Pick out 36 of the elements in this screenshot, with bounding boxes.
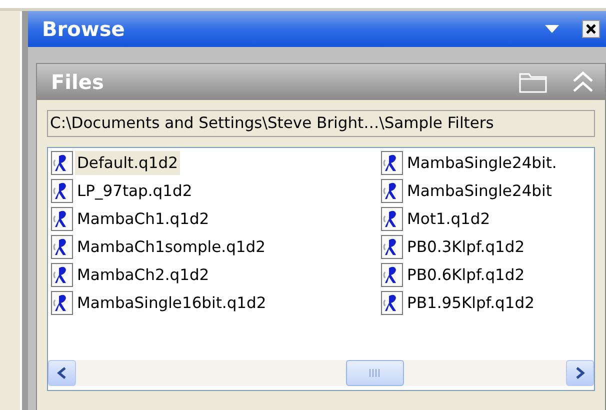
file-name[interactable]: MambaCh1.q1d2 [75,207,212,231]
file-icon [381,235,403,259]
panel-title: Browse [42,17,126,41]
section-title: Files [51,70,105,94]
file-name[interactable]: PB0.6Klpf.q1d2 [405,263,527,287]
file-icon [381,207,403,231]
file-name[interactable]: MambaCh1somple.q1d2 [75,235,268,259]
horizontal-scrollbar[interactable] [48,360,594,386]
file-name[interactable]: MambaCh2.q1d2 [75,263,212,287]
dropdown-icon[interactable] [544,24,560,34]
scroll-right-button[interactable] [566,360,594,386]
file-name[interactable]: MambaSingle24bit. [405,151,559,175]
collapse-icon[interactable] [571,70,595,94]
file-name[interactable]: PB0.3Klpf.q1d2 [405,235,527,259]
file-icon [381,151,403,175]
file-icon [51,207,73,231]
file-icon [51,263,73,287]
file-name[interactable]: Mot1.q1d2 [405,207,492,231]
scroll-left-button[interactable] [48,360,76,386]
file-name[interactable]: LP_97tap.q1d2 [75,179,194,203]
file-name[interactable]: PB1.95Klpf.q1d2 [405,291,536,315]
file-icon [381,263,403,287]
file-icon [51,179,73,203]
file-icon [51,291,73,315]
folder-icon[interactable] [519,71,547,93]
file-name[interactable]: MambaSingle24bit [405,179,554,203]
file-icon [51,235,73,259]
close-icon[interactable] [582,20,600,38]
path-field: C:\Documents and Settings\Steve Bright…\Sample Filters [47,110,595,137]
file-name[interactable]: Default.q1d2 [75,151,180,175]
scroll-thumb[interactable] [346,360,404,386]
grip-icon [369,369,381,377]
file-icon [381,179,403,203]
file-name[interactable]: MambaSingle16bit.q1d2 [75,291,268,315]
file-icon [51,151,73,175]
file-icon [381,291,403,315]
